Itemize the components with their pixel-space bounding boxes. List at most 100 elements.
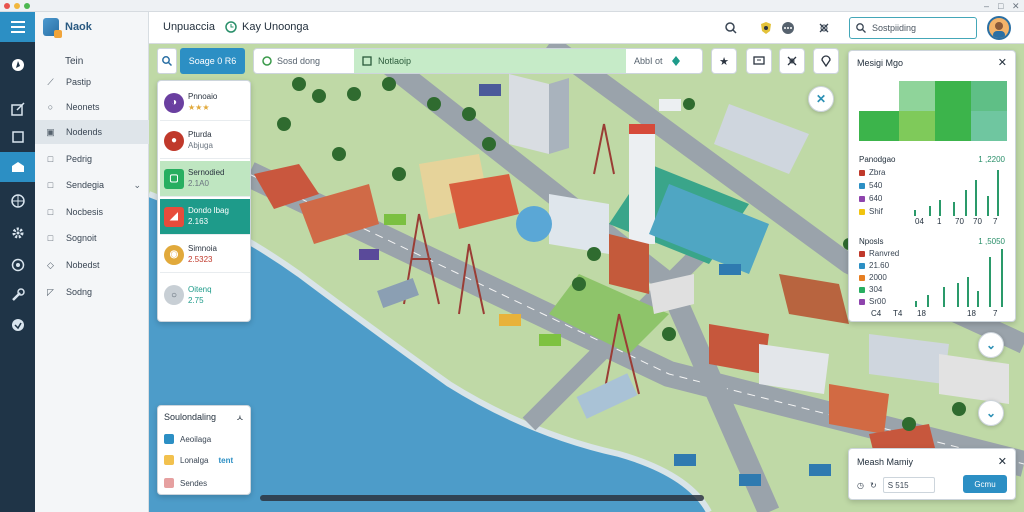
list-item[interactable]: ○ Oitenq 2.75 [160, 277, 250, 313]
list-item[interactable]: ◉ Simnoia 2.5323 [160, 237, 250, 273]
tools-button[interactable] [779, 48, 805, 74]
list-item[interactable]: ▢ Sernodied 2.1A0 [160, 161, 250, 197]
chevron-down-icon[interactable]: ⌄ [133, 180, 141, 191]
chevron-down-icon: ⌄ [985, 338, 997, 352]
sidebar-item-label: Sodng [66, 287, 93, 297]
rail-inbox-button[interactable] [0, 152, 35, 182]
window-close-dot[interactable] [4, 3, 10, 9]
poi-name: Oitenq [188, 284, 212, 294]
measure-apply-button[interactable]: Gcmu [963, 475, 1007, 493]
minimize-button[interactable]: – [984, 1, 989, 11]
list-item[interactable]: ◢ Dondo lbag 2.163 [160, 199, 250, 235]
map-filter-input[interactable]: Sosd dong [254, 56, 354, 66]
map-horizontal-scrollbar[interactable] [260, 495, 704, 501]
maximize-button[interactable]: □ [998, 1, 1003, 11]
measure-close-button[interactable]: ✕ [998, 455, 1007, 468]
search-icon [162, 56, 172, 66]
badge-button[interactable] [757, 19, 775, 37]
pin-icon [671, 56, 680, 66]
user-label: Kay Unoonga [242, 21, 309, 33]
legend-label: Lonalga [180, 455, 209, 465]
menu-button[interactable] [0, 12, 35, 42]
rail-settings-button[interactable] [0, 218, 35, 248]
layers-button[interactable] [815, 19, 833, 37]
rail-globe-button[interactable] [0, 186, 35, 216]
chart-tick: 7 [993, 217, 998, 226]
image-icon: ▣ [46, 126, 55, 137]
list-item[interactable]: ● Pturda Abjuga [160, 123, 250, 159]
monitor-icon [753, 56, 765, 65]
active-layer-tab[interactable]: Notlaoip [354, 49, 626, 73]
sidebar-item-neonets[interactable]: ○ Neonets [35, 95, 149, 119]
more-icon [782, 22, 794, 34]
rail-edit-button[interactable] [0, 94, 35, 124]
legend-extra: tent [218, 455, 234, 465]
zoom-out-button[interactable]: ⌄ [978, 332, 1004, 358]
search-button[interactable] [722, 19, 740, 37]
legend-swatch [164, 434, 174, 444]
sidebar-item-nocbesis[interactable]: □ Nocbesis [35, 200, 149, 224]
sidebar-item-sognoit[interactable]: □ Sognoit [35, 226, 149, 250]
page-title: Unpuaccia [163, 21, 215, 33]
poi-sub: 2.163 [188, 217, 209, 226]
ruler-icon: ⟋ [47, 76, 54, 87]
rail-square-button[interactable] [0, 122, 35, 152]
legend-row[interactable]: Sendes [164, 478, 207, 488]
compass-button[interactable]: ✕ [808, 86, 834, 112]
map-search-icon-button[interactable] [157, 48, 177, 74]
window-minimize-dot[interactable] [14, 3, 20, 9]
measure-value-input[interactable]: S 515 [882, 477, 935, 493]
rail-share-button[interactable] [0, 250, 35, 280]
legend-row[interactable]: Lonalga tent [164, 455, 233, 465]
user-avatar-icon [993, 22, 1005, 38]
poi-sub: 2.1A0 [188, 179, 209, 188]
close-button[interactable]: ✕ [1012, 1, 1020, 11]
poi-icon: ○ [164, 285, 184, 305]
rail-tools-button[interactable] [0, 280, 35, 310]
active-layer-label: Notlaoip [378, 56, 412, 66]
navigation-icon: ✕ [815, 92, 827, 106]
sidebar-item-label: Nobedst [66, 260, 100, 270]
avatar[interactable] [987, 16, 1011, 40]
map-search-button[interactable]: Soage 0 R6 [180, 48, 245, 74]
favorite-button[interactable]: ★ [711, 48, 737, 74]
poi-name: Sernodied [188, 168, 225, 177]
timer-icon[interactable]: ◷ [857, 481, 864, 490]
screen-button[interactable] [746, 48, 772, 74]
square-icon: □ [47, 207, 54, 217]
legend-panel: Soulondaling ㅅ Aeoilaga Lonalga tent Sen… [157, 405, 251, 495]
sidebar-item-sendegia[interactable]: □ Sendegia ⌄ [35, 173, 149, 197]
more-button[interactable] [779, 19, 797, 37]
star-icon: ★ [719, 55, 729, 68]
sidebar-item-pastip[interactable]: ⟋ Pastip [35, 70, 149, 94]
scroll-down-button[interactable]: ⌄ [978, 400, 1004, 426]
location-button[interactable] [813, 48, 839, 74]
sidebar-item-label: Pastip [66, 77, 92, 87]
rail-target-button[interactable] [0, 310, 35, 340]
legend-label: Sendes [180, 478, 208, 488]
sidebar-item-nobedst[interactable]: ◇ Nobedst [35, 253, 149, 277]
app-logo[interactable]: Naok [43, 18, 92, 38]
sidebar-item-pedrig[interactable]: □ Pedrig [35, 147, 149, 171]
sidebar-item-nodends[interactable]: ▣ Nodends [35, 120, 149, 144]
poi-list: ◑ Pnnoaio ★★★ ● Pturda Abjuga ▢ Sernodied 2… [157, 80, 251, 322]
window-maximize-dot[interactable] [24, 3, 30, 9]
rail-compass-button[interactable] [0, 50, 35, 80]
sidebar-item-sodng[interactable]: ◸ Sodng [35, 280, 149, 304]
compass-icon [11, 59, 24, 71]
add-layer-button[interactable]: AbbI ot [626, 56, 681, 66]
refresh-icon[interactable]: ↻ [870, 481, 877, 490]
chart-legend-item: Sr00 [859, 297, 886, 306]
analytics-close-button[interactable]: ✕ [998, 56, 1007, 69]
chart-tick: 18 [967, 309, 976, 318]
list-item[interactable]: ◑ Pnnoaio ★★★ [160, 85, 250, 121]
user-selector[interactable]: Kay Unoonga [225, 21, 309, 33]
add-layer-label: AbbI ot [634, 56, 663, 66]
legend-collapse-button[interactable]: ㅅ [236, 411, 244, 424]
square-icon: □ [47, 233, 54, 243]
global-search-input[interactable]: Sostpiiding [849, 17, 977, 39]
measure-panel: Meash Mamiy ✕ ◷ ↻ S 515 Gcmu [848, 448, 1016, 500]
legend-row[interactable]: Aeoilaga [164, 434, 211, 444]
analytics-panel: Mesigi Mgo ✕ Panodgao 1 ,2200 Zbra 540 6… [848, 50, 1016, 322]
chart-tick: 7 [993, 309, 998, 318]
